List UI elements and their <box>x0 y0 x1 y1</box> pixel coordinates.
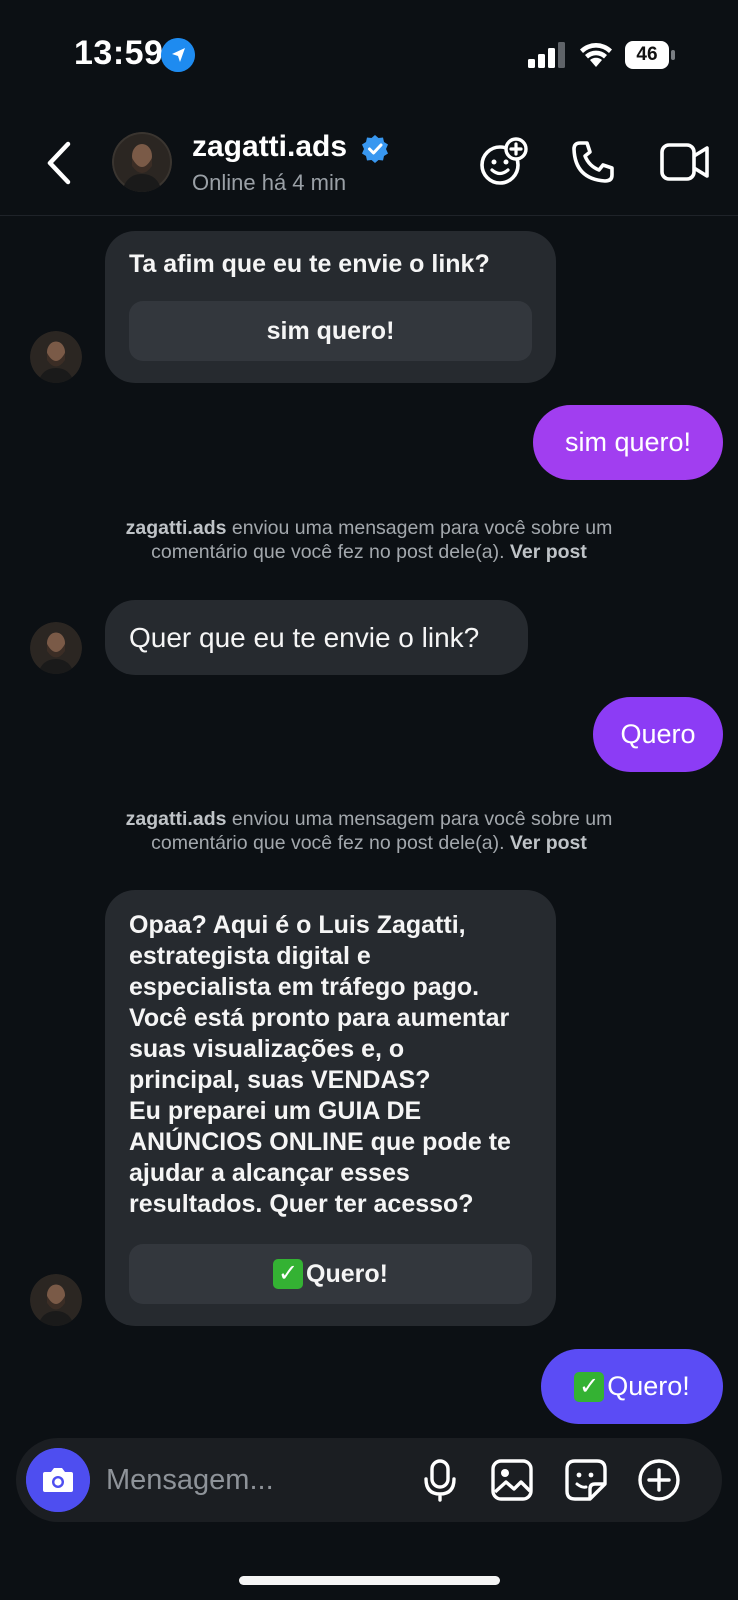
battery-level: 46 <box>636 44 658 65</box>
notice-text: enviou uma mensagem para você sobre um <box>231 517 613 539</box>
sender-avatar[interactable] <box>30 622 82 674</box>
story-reply-notice: zagatti.ads enviou uma mensagem para voc… <box>0 516 738 564</box>
outgoing-message: ✓ Quero! <box>541 1349 723 1424</box>
button-label: Quero! <box>306 1259 388 1288</box>
sender-avatar[interactable] <box>30 1274 82 1326</box>
cellular-signal-icon <box>528 42 565 68</box>
message-text: Opaa? Aqui é o Luis Zagatti, estrategist… <box>129 910 511 1220</box>
gallery-icon[interactable] <box>490 1458 534 1502</box>
story-reply-notice: zagatti.ads enviou uma mensagem para voc… <box>0 807 738 855</box>
notice-sender[interactable]: zagatti.ads <box>126 808 227 830</box>
message-line: ANÚNCIOS ONLINE que pode te <box>129 1128 511 1156</box>
message-line: Opaa? Aqui é o Luis Zagatti, <box>129 911 466 939</box>
quick-reply-button[interactable]: ✓ Quero! <box>129 1244 532 1304</box>
view-post-link[interactable]: Ver post <box>510 541 587 563</box>
status-bar: 13:59 46 <box>0 0 738 110</box>
outgoing-message: Quero <box>593 697 723 772</box>
view-post-link[interactable]: Ver post <box>510 832 587 854</box>
contact-avatar[interactable] <box>112 132 172 192</box>
check-mark-icon: ✓ <box>273 1259 304 1289</box>
notice-text: enviou uma mensagem para você sobre um <box>231 808 613 830</box>
camera-icon[interactable] <box>26 1448 90 1512</box>
message-input[interactable] <box>106 1438 406 1522</box>
add-plus-icon[interactable] <box>637 1458 681 1502</box>
message-line: Você está pronto para aumentar <box>129 1004 510 1032</box>
message-composer <box>16 1438 722 1522</box>
home-indicator[interactable] <box>239 1576 500 1585</box>
chat-header: zagatti.ads Online há 4 min <box>0 110 738 216</box>
notice-text: comentário que você fez no post dele(a). <box>151 832 505 854</box>
message-line: suas visualizações e, o <box>129 1035 405 1063</box>
quick-reply-button[interactable]: sim quero! <box>129 301 532 361</box>
incoming-message-card: Opaa? Aqui é o Luis Zagatti, estrategist… <box>105 890 556 1326</box>
outgoing-message: sim quero! <box>533 405 723 480</box>
wifi-icon <box>580 43 612 67</box>
message-line: especialista em tráfego pago. <box>129 973 480 1001</box>
sticker-icon[interactable] <box>564 1458 608 1502</box>
message-text: Ta afim que eu te envie o link? <box>129 250 490 278</box>
video-call-icon[interactable] <box>660 141 710 183</box>
check-mark-icon: ✓ <box>574 1371 605 1402</box>
message-line: ajudar a alcançar esses <box>129 1159 410 1187</box>
location-arrow-icon <box>161 38 195 72</box>
notice-sender[interactable]: zagatti.ads <box>126 517 227 539</box>
message-text: Quero! <box>607 1371 690 1401</box>
back-arrow-icon[interactable] <box>42 140 78 186</box>
message-line: estrategista digital e <box>129 942 371 970</box>
contact-online-status: Online há 4 min <box>192 170 347 195</box>
message-line: Eu preparei um GUIA DE <box>129 1097 422 1125</box>
incoming-message: Quer que eu te envie o link? <box>105 600 528 675</box>
message-text: Quer que eu te envie o link? <box>129 621 480 653</box>
sticker-effects-icon[interactable] <box>478 137 528 187</box>
status-time: 13:59 <box>74 34 164 72</box>
phone-call-icon[interactable] <box>570 139 616 185</box>
message-line: principal, suas VENDAS? <box>129 1066 431 1094</box>
incoming-message-card: Ta afim que eu te envie o link? sim quer… <box>105 231 556 383</box>
notice-text: comentário que você fez no post dele(a). <box>151 541 505 563</box>
microphone-icon[interactable] <box>418 1458 462 1502</box>
verified-badge-icon <box>362 135 388 163</box>
message-line: resultados. Quer ter acesso? <box>129 1190 474 1218</box>
contact-username[interactable]: zagatti.ads <box>192 130 347 164</box>
sender-avatar[interactable] <box>30 331 82 383</box>
